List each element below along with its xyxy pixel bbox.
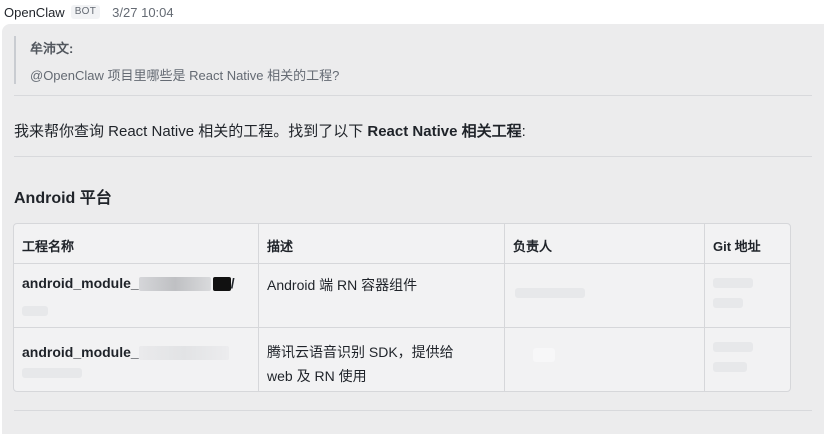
project-name: android_module_ bbox=[22, 275, 139, 291]
sender-name[interactable]: OpenClaw bbox=[4, 5, 65, 20]
redacted-block bbox=[22, 306, 48, 316]
redacted-block bbox=[22, 368, 82, 378]
table-header-row: 工程名称 描述 负责人 Git 地址 bbox=[14, 224, 790, 263]
projects-table: 工程名称 描述 负责人 Git 地址 android_module_ / Andr… bbox=[13, 223, 791, 392]
intro-suffix: : bbox=[521, 123, 526, 140]
table-row: android_module_ / Android 端 RN 容器组件 bbox=[14, 263, 790, 327]
divider bbox=[14, 410, 812, 411]
redacted-block bbox=[713, 298, 743, 308]
quote-author: 牟沛文: bbox=[30, 41, 74, 56]
intro-bold: React Native 相关工程 bbox=[367, 123, 522, 140]
redacted-block bbox=[713, 342, 753, 352]
message-bubble: 牟沛文: @OpenClaw 项目里哪些是 React Native 相关的工程… bbox=[2, 24, 824, 434]
redacted-block bbox=[515, 288, 585, 298]
table-row: android_module_ 腾讯云语音识别 SDK，提供给 web 及 RN… bbox=[14, 327, 790, 391]
project-name-cell: android_module_ / bbox=[14, 264, 258, 327]
redacted-block bbox=[713, 362, 747, 372]
redacted-block bbox=[138, 277, 211, 292]
bot-badge: BOT bbox=[70, 5, 101, 19]
section-title: Android 平台 bbox=[14, 190, 112, 207]
redacted-block bbox=[533, 348, 555, 362]
project-name: android_module_ bbox=[22, 344, 139, 360]
owner-cell bbox=[504, 328, 704, 391]
redacted-block bbox=[713, 278, 753, 288]
project-name-cell: android_module_ bbox=[14, 328, 258, 391]
message-time: 3/27 10:04 bbox=[112, 4, 174, 20]
git-url-cell[interactable] bbox=[704, 328, 790, 391]
intro-prefix: 我来帮你查询 React Native 相关的工程。找到了以下 bbox=[14, 123, 368, 140]
owner-cell bbox=[504, 264, 704, 327]
project-name-suffix: / bbox=[230, 275, 235, 291]
git-url-cell[interactable] bbox=[704, 264, 790, 327]
description-cell: Android 端 RN 容器组件 bbox=[258, 264, 504, 327]
message-header: OpenClaw BOT 3/27 10:04 bbox=[0, 0, 174, 24]
divider bbox=[14, 156, 812, 157]
header-owner: 负责人 bbox=[504, 224, 704, 263]
header-description: 描述 bbox=[258, 224, 504, 263]
header-project-name: 工程名称 bbox=[22, 239, 75, 254]
quote-text: @OpenClaw 项目里哪些是 React Native 相关的工程? bbox=[30, 68, 340, 83]
redacted-block bbox=[212, 277, 231, 292]
description-cell: 腾讯云语音识别 SDK，提供给 web 及 RN 使用 bbox=[258, 328, 504, 391]
header-git-url: Git 地址 bbox=[704, 224, 790, 263]
description-line: web 及 RN 使用 bbox=[267, 368, 367, 384]
redacted-block bbox=[138, 346, 229, 361]
quoted-message[interactable]: 牟沛文: @OpenClaw 项目里哪些是 React Native 相关的工程… bbox=[14, 36, 820, 84]
description-line: 腾讯云语音识别 SDK，提供给 bbox=[267, 344, 454, 360]
divider bbox=[14, 95, 812, 96]
intro-text: 我来帮你查询 React Native 相关的工程。找到了以下 React Na… bbox=[14, 120, 526, 141]
